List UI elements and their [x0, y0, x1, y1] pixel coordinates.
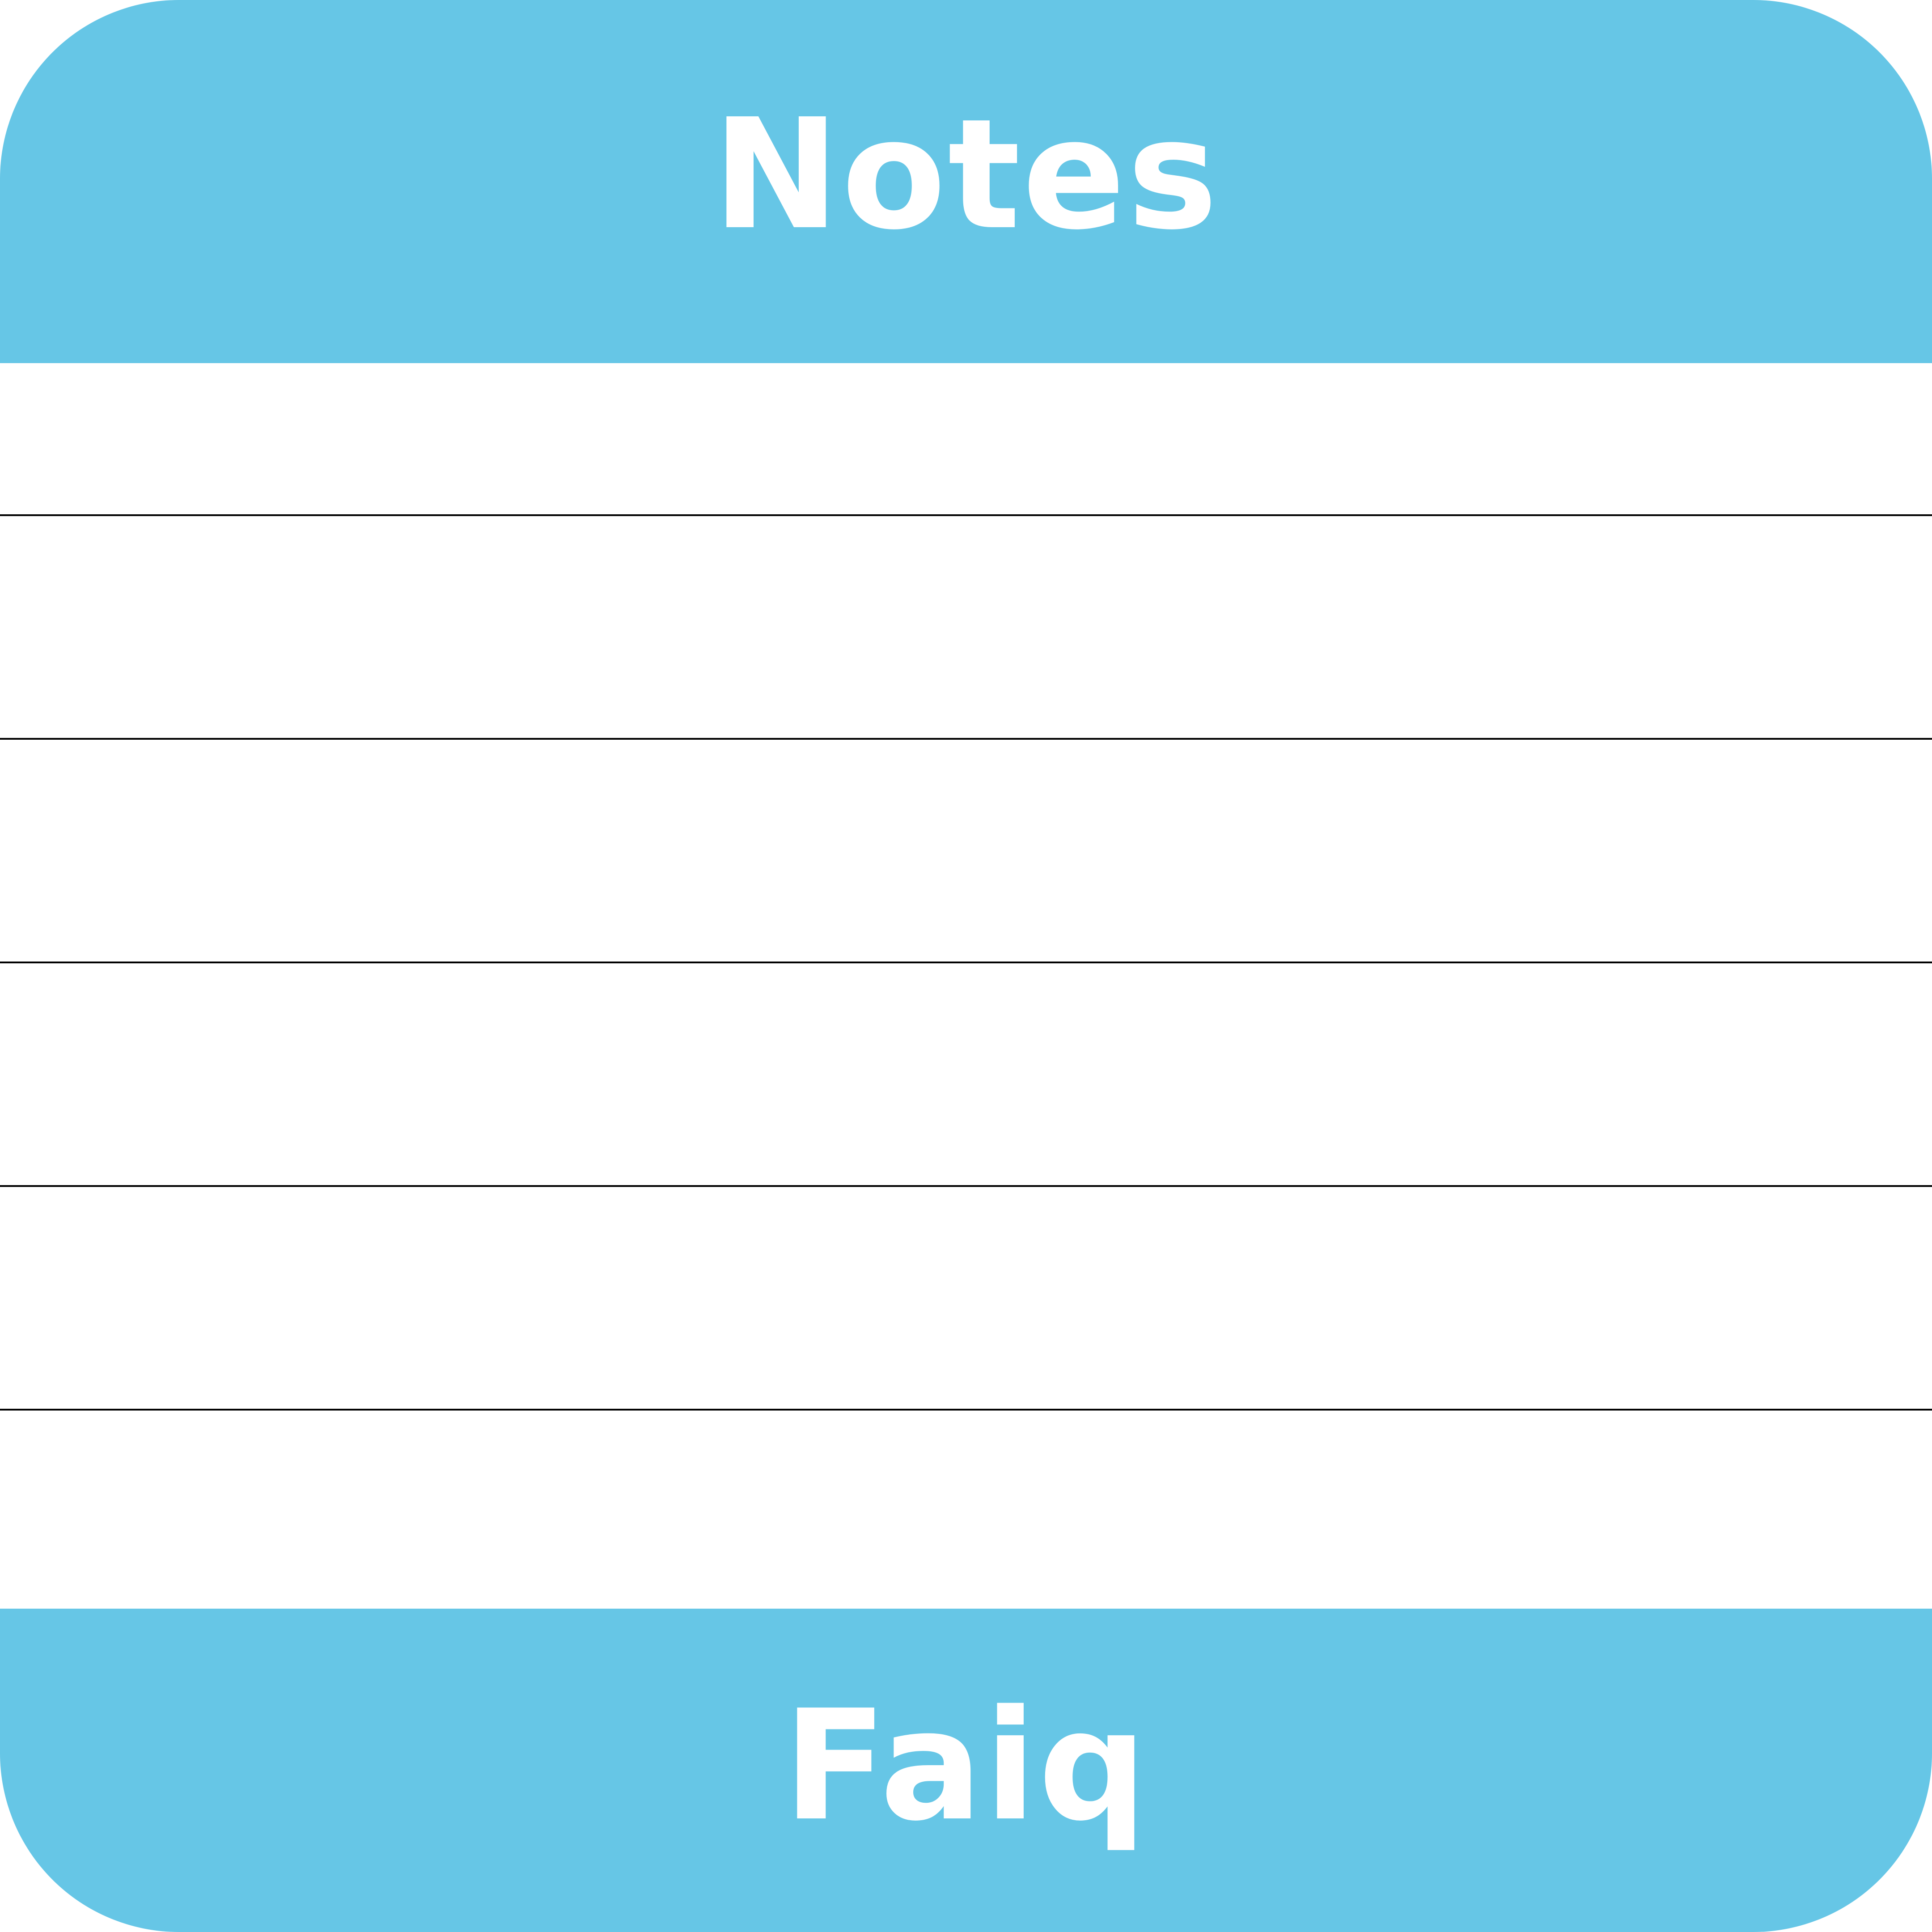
- ruled-line-3: [0, 962, 1932, 963]
- footer-band: Faiq: [0, 1609, 1932, 1932]
- ruled-line-5: [0, 1409, 1932, 1411]
- writing-area[interactable]: [0, 363, 1932, 1609]
- ruled-line-2: [0, 738, 1932, 740]
- notes-card: Notes Faiq: [0, 0, 1932, 1932]
- header-band: Notes: [0, 0, 1932, 363]
- ruled-line-4: [0, 1185, 1932, 1187]
- ruled-line-1: [0, 514, 1932, 516]
- owner-name: Faiq: [783, 1677, 1149, 1855]
- page-title: Notes: [712, 86, 1220, 263]
